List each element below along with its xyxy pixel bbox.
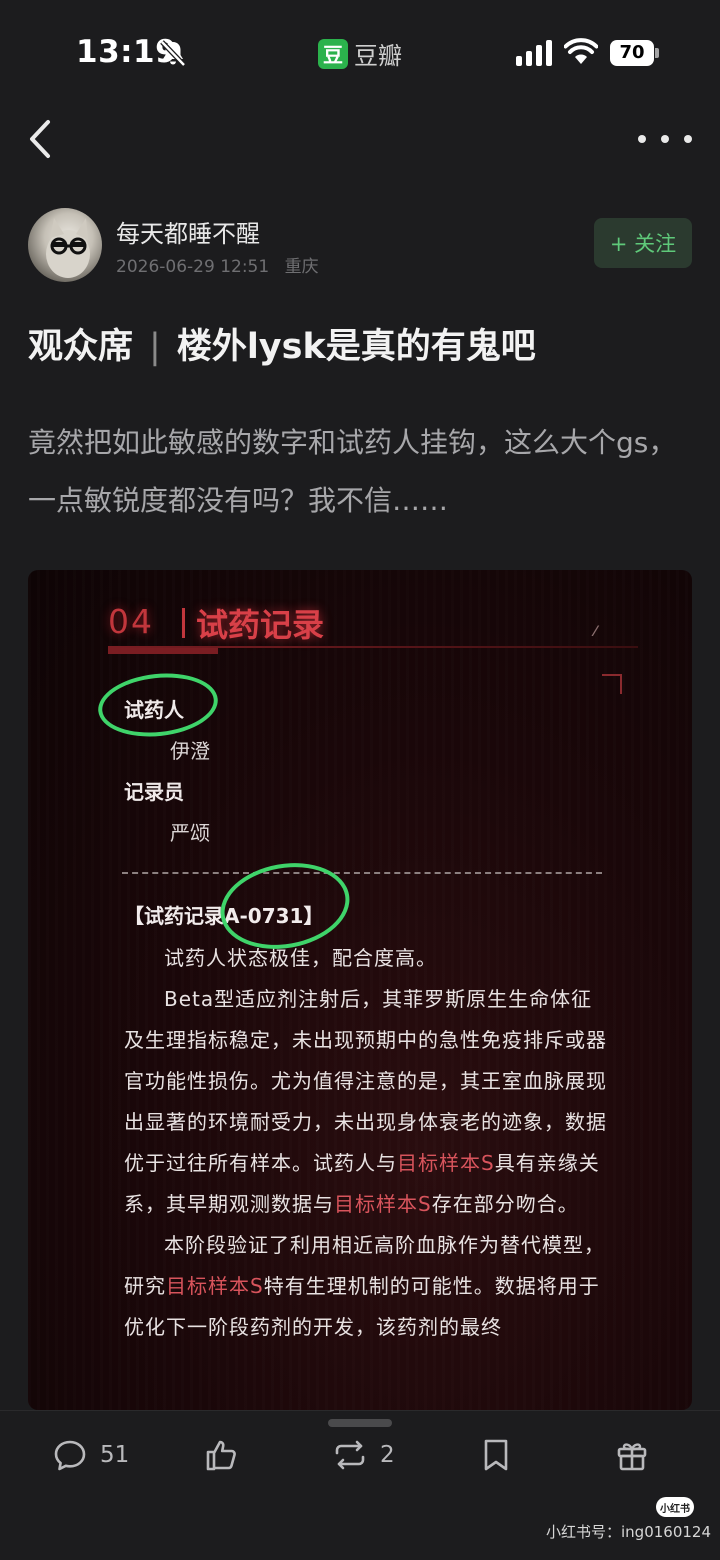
record-p2-a: Beta型适应剂注射后，其菲罗斯原生生命体征及生理指标稳定，未出现预期中的急性免… xyxy=(124,987,607,1175)
repost-count: 2 xyxy=(380,1442,395,1468)
record-paragraph: Beta型适应剂注射后，其菲罗斯原生生命体征及生理指标稳定，未出现预期中的急性免… xyxy=(124,979,608,1225)
title-prefix: 观众席 xyxy=(28,327,134,367)
section-title: 试药记录 xyxy=(196,606,325,644)
title-text: 楼外lysk是真的有鬼吧 xyxy=(176,327,536,367)
comment-icon xyxy=(54,1440,86,1471)
comment-button[interactable]: 51 xyxy=(52,1435,129,1475)
title-separator: | xyxy=(149,327,161,367)
more-icon[interactable] xyxy=(638,124,692,154)
xiaohongshu-logo: 小红书 xyxy=(656,1497,694,1517)
app-name: 豆瓣 xyxy=(354,42,402,70)
wifi-icon xyxy=(564,38,598,64)
post-datetime: 2026-06-29 12:51 xyxy=(116,257,270,277)
back-icon[interactable] xyxy=(22,116,62,162)
section-underline-accent xyxy=(108,648,218,654)
more-dot xyxy=(638,135,646,143)
post-location: 重庆 xyxy=(284,257,319,277)
record-paragraph: 试药人状态极佳，配合度高。 xyxy=(124,938,608,979)
avatar[interactable] xyxy=(28,208,102,282)
target-sample-highlight: 目标样本S xyxy=(334,1192,432,1216)
post-image[interactable]: 04 试药记录 ⁄⁄ 试药人 伊澄 记录员 严颂 【试药记录A-0731】 试药… xyxy=(28,570,692,1410)
post-body: 竟然把如此敏感的数字和试药人挂钩，这么大个gs，一点敏锐度都没有吗？我不信…… xyxy=(28,426,677,517)
recorder-value: 严颂 xyxy=(170,821,210,845)
bell-off-icon xyxy=(160,40,186,67)
author-username[interactable]: 每天都睡不醒 xyxy=(116,214,260,249)
section-divider xyxy=(182,608,185,638)
battery-tip xyxy=(655,48,659,58)
like-button[interactable] xyxy=(204,1435,240,1475)
recorder-label: 记录员 xyxy=(124,780,184,804)
like-icon xyxy=(206,1440,236,1471)
battery-indicator: 70 xyxy=(610,40,659,66)
bookmark-button[interactable] xyxy=(478,1435,514,1475)
comment-count: 51 xyxy=(100,1442,130,1468)
more-dot xyxy=(661,135,669,143)
subject-value: 伊澄 xyxy=(170,739,210,763)
bookmark-icon xyxy=(484,1439,508,1471)
avatar-cat-image xyxy=(46,218,90,278)
target-sample-highlight: 目标样本S xyxy=(397,1151,495,1175)
record-text: 试药人状态极佳，配合度高。 Beta型适应剂注射后，其菲罗斯原生生命体征及生理指… xyxy=(124,938,608,1348)
douban-logo: 豆 xyxy=(318,38,348,69)
gift-button[interactable] xyxy=(614,1435,650,1475)
signal-icon xyxy=(516,40,552,66)
record-p2-c: 存在部分吻合。 xyxy=(431,1192,579,1216)
dashed-divider xyxy=(122,872,602,874)
frame-corner xyxy=(602,674,622,694)
post-title: 观众席 | 楼外lysk是真的有鬼吧 xyxy=(28,318,536,369)
post-meta: 2026-06-29 12:51 重庆 xyxy=(116,252,319,277)
section-number: 04 xyxy=(108,602,154,641)
watermark-text: 小红书号：ing0160124 xyxy=(546,1523,712,1541)
decorative-slashes: ⁄⁄ xyxy=(594,624,596,640)
bottom-action-bar: 51 2 小红书 小红书号：ing0160124 xyxy=(0,1410,720,1560)
repost-button[interactable]: 2 xyxy=(332,1435,395,1475)
record-p1: 试药人状态极佳，配合度高。 xyxy=(164,946,437,970)
status-bar: 13:19 豆 豆瓣 70 xyxy=(0,0,720,100)
target-sample-highlight: 目标样本S xyxy=(166,1274,264,1298)
gift-icon xyxy=(617,1443,647,1471)
follow-button[interactable]: + 关注 xyxy=(594,218,692,268)
app-indicator: 豆 豆瓣 xyxy=(318,36,402,71)
battery-level: 70 xyxy=(610,40,654,66)
scroll-handle xyxy=(328,1419,392,1427)
more-dot xyxy=(684,135,692,143)
repost-icon xyxy=(335,1440,365,1470)
record-paragraph: 本阶段验证了利用相近高阶血脉作为替代模型，研究目标样本S特有生理机制的可能性。数… xyxy=(124,1225,608,1348)
